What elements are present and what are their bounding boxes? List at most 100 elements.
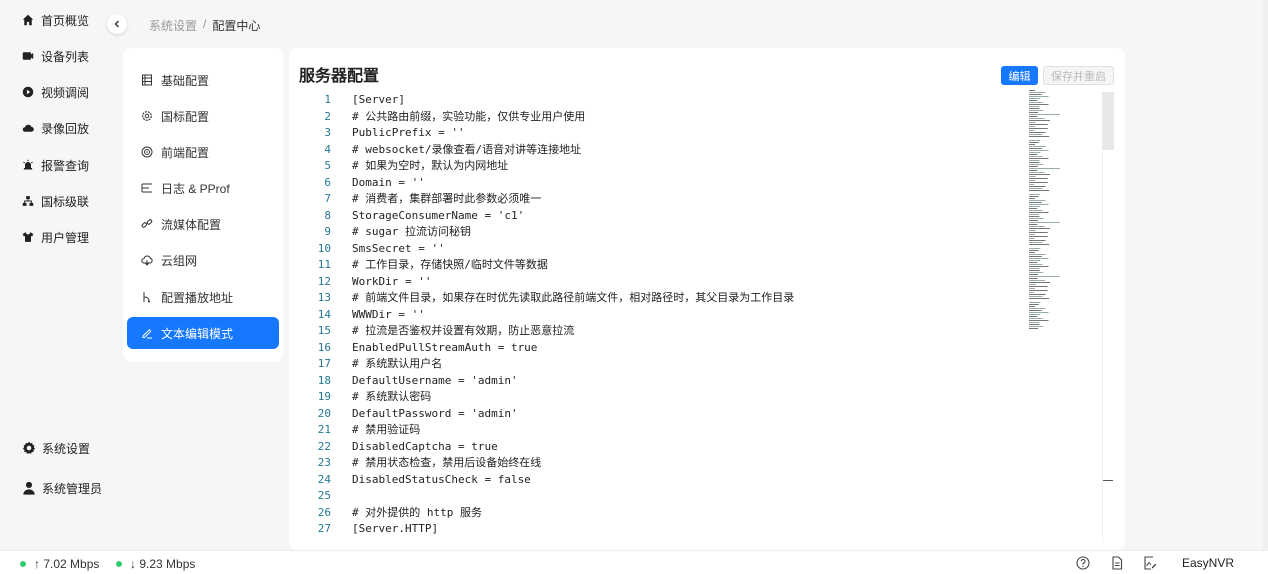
image-edit-icon[interactable] <box>1143 556 1157 570</box>
minimap-line <box>1029 258 1049 259</box>
minimap-line <box>1029 222 1060 223</box>
branch-icon <box>141 291 153 303</box>
minimap-line <box>1029 208 1038 209</box>
collapse-sidebar-button[interactable] <box>107 14 127 34</box>
code-line[interactable]: 16 EnabledPullStreamAuth = true <box>309 340 1029 357</box>
minimap-line <box>1029 108 1040 109</box>
code-text: Domain = '' <box>352 175 425 189</box>
code-line[interactable]: 20 DefaultPassword = 'admin' <box>309 406 1029 423</box>
minimap-line <box>1029 162 1040 163</box>
code-line[interactable]: 14 WWWDir = '' <box>309 307 1029 324</box>
code-line[interactable]: 1 [Server] <box>309 92 1029 109</box>
code-line[interactable]: 24 DisabledStatusCheck = false <box>309 472 1029 489</box>
code-line[interactable]: 15 # 拉流是否鉴权并设置有效期，防止恶意拉流 <box>309 323 1029 340</box>
subnav-item-label: 基础配置 <box>161 73 210 88</box>
line-number: 27 <box>317 522 331 535</box>
subnav-item-log[interactable]: 日志 & PProf <box>127 172 279 204</box>
subnav-item-gb[interactable]: 国标配置 <box>127 100 279 132</box>
subnav-item-basic[interactable]: 基础配置 <box>127 64 279 96</box>
subnav-item-playback-address[interactable]: 配置播放地址 <box>127 281 279 313</box>
minimap-line <box>1029 174 1050 175</box>
nav-item-alarm[interactable]: 报警查询 <box>22 155 89 175</box>
line-number: 18 <box>317 373 331 387</box>
frontend-icon <box>141 146 153 158</box>
code-minimap[interactable] <box>1027 90 1102 330</box>
nav-item-cascade[interactable]: 国标级联 <box>22 191 89 211</box>
play-icon <box>22 86 34 98</box>
nav-item-settings[interactable]: 系统设置 <box>22 438 90 458</box>
online-dot-icon <box>116 561 122 567</box>
code-line[interactable]: 21 # 禁用验证码 <box>309 422 1029 439</box>
code-line[interactable]: 5 # 如果为空时，默认为内网地址 <box>309 158 1029 175</box>
line-number: 9 <box>324 225 331 238</box>
code-line[interactable]: 26 # 对外提供的 http 服务 <box>309 505 1029 522</box>
code-text: DisabledCaptcha = true <box>352 439 498 453</box>
minimap-line <box>1029 320 1049 321</box>
nav-item-label: 首页概览 <box>41 13 90 28</box>
nav-item-devices[interactable]: 设备列表 <box>22 46 89 66</box>
nav-item-playback[interactable]: 录像回放 <box>22 118 89 138</box>
line-number: 14 <box>317 307 331 321</box>
edit-button[interactable]: 编辑 <box>1001 66 1038 85</box>
code-line[interactable]: 6 Domain = '' <box>309 175 1029 192</box>
subnav-item-stream[interactable]: 流媒体配置 <box>127 208 279 240</box>
minimap-line <box>1029 256 1042 257</box>
nav-item-label: 设备列表 <box>41 49 90 64</box>
minimap-line <box>1029 96 1049 97</box>
minimap-line <box>1029 292 1035 293</box>
subnav-item-text-edit[interactable]: 文本编辑模式 <box>127 317 279 349</box>
code-line[interactable]: 2 # 公共路由前缀，实验功能，仅供专业用户使用 <box>309 109 1029 126</box>
minimap-line <box>1029 306 1035 307</box>
code-line[interactable]: 17 # 系统默认用户名 <box>309 356 1029 373</box>
document-icon[interactable] <box>1110 556 1124 570</box>
help-icon[interactable] <box>1076 556 1090 570</box>
line-number: 3 <box>324 126 331 139</box>
code-line[interactable]: 22 DisabledCaptcha = true <box>309 439 1029 456</box>
minimap-line <box>1029 216 1040 217</box>
editor-scrollbar[interactable] <box>1102 92 1114 542</box>
minimap-slider[interactable] <box>1102 92 1114 150</box>
subnav-item-cloud-network[interactable]: 云组网 <box>127 244 279 276</box>
minimap-line <box>1029 194 1041 195</box>
code-line[interactable]: 18 DefaultUsername = 'admin' <box>309 373 1029 390</box>
line-number: 20 <box>317 406 331 420</box>
minimap-line <box>1029 234 1035 235</box>
code-line[interactable]: 8 StorageConsumerName = 'c1' <box>309 208 1029 225</box>
code-text: # websocket/录像查看/语音对讲等连接地址 <box>352 142 582 156</box>
code-line[interactable]: 27 [Server.HTTP] <box>309 521 1029 538</box>
breadcrumb-parent[interactable]: 系统设置 <box>149 17 197 34</box>
line-number: 1 <box>324 93 331 106</box>
nav-item-users[interactable]: 用户管理 <box>22 227 89 247</box>
minimap-line <box>1029 242 1043 243</box>
window-scrollbar[interactable] <box>1263 0 1268 550</box>
code-line[interactable]: 10 SmsSecret = '' <box>309 241 1029 258</box>
code-line[interactable]: 4 # websocket/录像查看/语音对讲等连接地址 <box>309 142 1029 159</box>
minimap-line <box>1029 90 1035 91</box>
save-and-restart-button[interactable]: 保存并重启 <box>1043 66 1114 85</box>
code-line[interactable]: 25 <box>309 488 1029 505</box>
code-text: # 拉流是否鉴权并设置有效期，防止恶意拉流 <box>352 324 575 337</box>
code-line[interactable]: 9 # sugar 拉流访问秘钥 <box>309 224 1029 241</box>
minimap-line <box>1029 202 1042 203</box>
code-line[interactable]: 7 # 消费者，集群部署时此参数必须唯一 <box>309 191 1029 208</box>
code-editor[interactable]: 1 [Server] 2 # 公共路由前缀，实验功能，仅供专业用户使用 3 PublicP… <box>309 92 1029 542</box>
minimap-line <box>1029 134 1043 135</box>
nav-item-video[interactable]: 视频调阅 <box>22 82 89 102</box>
code-text: # 禁用状态检查，禁用后设备始终在线 <box>352 456 542 469</box>
code-line[interactable]: 19 # 系统默认密码 <box>309 389 1029 406</box>
subnav-item-frontend[interactable]: 前端配置 <box>127 136 279 168</box>
code-text: # 禁用验证码 <box>352 423 421 436</box>
minimap-line <box>1029 294 1046 295</box>
minimap-line <box>1029 166 1038 167</box>
minimap-line <box>1029 232 1048 233</box>
nav-item-admin[interactable]: 系统管理员 <box>22 478 102 498</box>
nav-item-home[interactable]: 首页概览 <box>22 10 89 30</box>
minimap-line <box>1029 178 1048 179</box>
minimap-line <box>1029 282 1050 283</box>
code-line[interactable]: 13 # 前端文件目录，如果存在时优先读取此路径前端文件，相对路径时，其父目录为工… <box>309 290 1029 307</box>
nav-item-label: 系统设置 <box>42 441 91 456</box>
code-line[interactable]: 11 # 工作目录，存储快照/临时文件等数据 <box>309 257 1029 274</box>
code-line[interactable]: 23 # 禁用状态检查，禁用后设备始终在线 <box>309 455 1029 472</box>
code-line[interactable]: 12 WorkDir = '' <box>309 274 1029 291</box>
code-line[interactable]: 3 PublicPrefix = '' <box>309 125 1029 142</box>
